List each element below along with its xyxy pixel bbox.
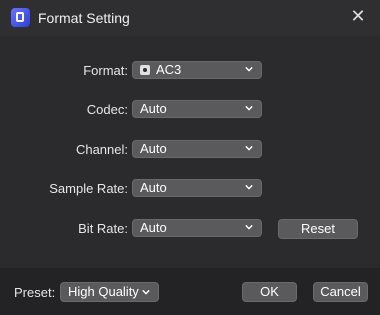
preset-value: High Quality (68, 284, 139, 299)
codec-value: Auto (140, 101, 167, 116)
title-bar: Format Setting ✕ (0, 0, 380, 36)
chevron-down-icon (142, 289, 150, 295)
channel-value: Auto (140, 141, 167, 156)
codec-label: Codec: (86, 102, 128, 117)
codec-select[interactable]: Auto (132, 100, 262, 118)
bit-rate-label: Bit Rate: (78, 221, 128, 236)
cancel-button[interactable]: Cancel (313, 282, 368, 302)
chevron-down-icon (245, 224, 253, 230)
channel-select[interactable]: Auto (132, 140, 262, 158)
ok-button[interactable]: OK (242, 282, 297, 302)
dialog-footer: Preset: High Quality OK Cancel (0, 268, 380, 315)
app-logo-icon (11, 8, 30, 27)
preset-select[interactable]: High Quality (60, 282, 159, 302)
chevron-down-icon (245, 184, 253, 190)
audio-file-icon (140, 64, 150, 75)
bit-rate-value: Auto (140, 220, 167, 235)
bit-rate-select[interactable]: Auto (132, 219, 262, 237)
format-select[interactable]: AC3 (132, 61, 262, 79)
close-icon[interactable]: ✕ (348, 6, 368, 26)
dialog-title: Format Setting (38, 10, 130, 26)
sample-rate-label: Sample Rate: (49, 181, 128, 196)
sample-rate-select[interactable]: Auto (132, 179, 262, 197)
format-value: AC3 (156, 62, 182, 77)
reset-button[interactable]: Reset (278, 219, 358, 239)
settings-panel: Format: AC3 Codec: Auto Channel: Auto Sa… (4, 36, 376, 264)
chevron-down-icon (245, 66, 253, 72)
chevron-down-icon (245, 105, 253, 111)
sample-rate-value: Auto (140, 180, 167, 195)
format-label: Format: (83, 63, 128, 78)
format-setting-dialog: Format Setting ✕ Format: AC3 Codec: Auto… (0, 0, 380, 315)
chevron-down-icon (245, 145, 253, 151)
channel-label: Channel: (75, 142, 128, 157)
preset-label: Preset: (14, 285, 56, 300)
